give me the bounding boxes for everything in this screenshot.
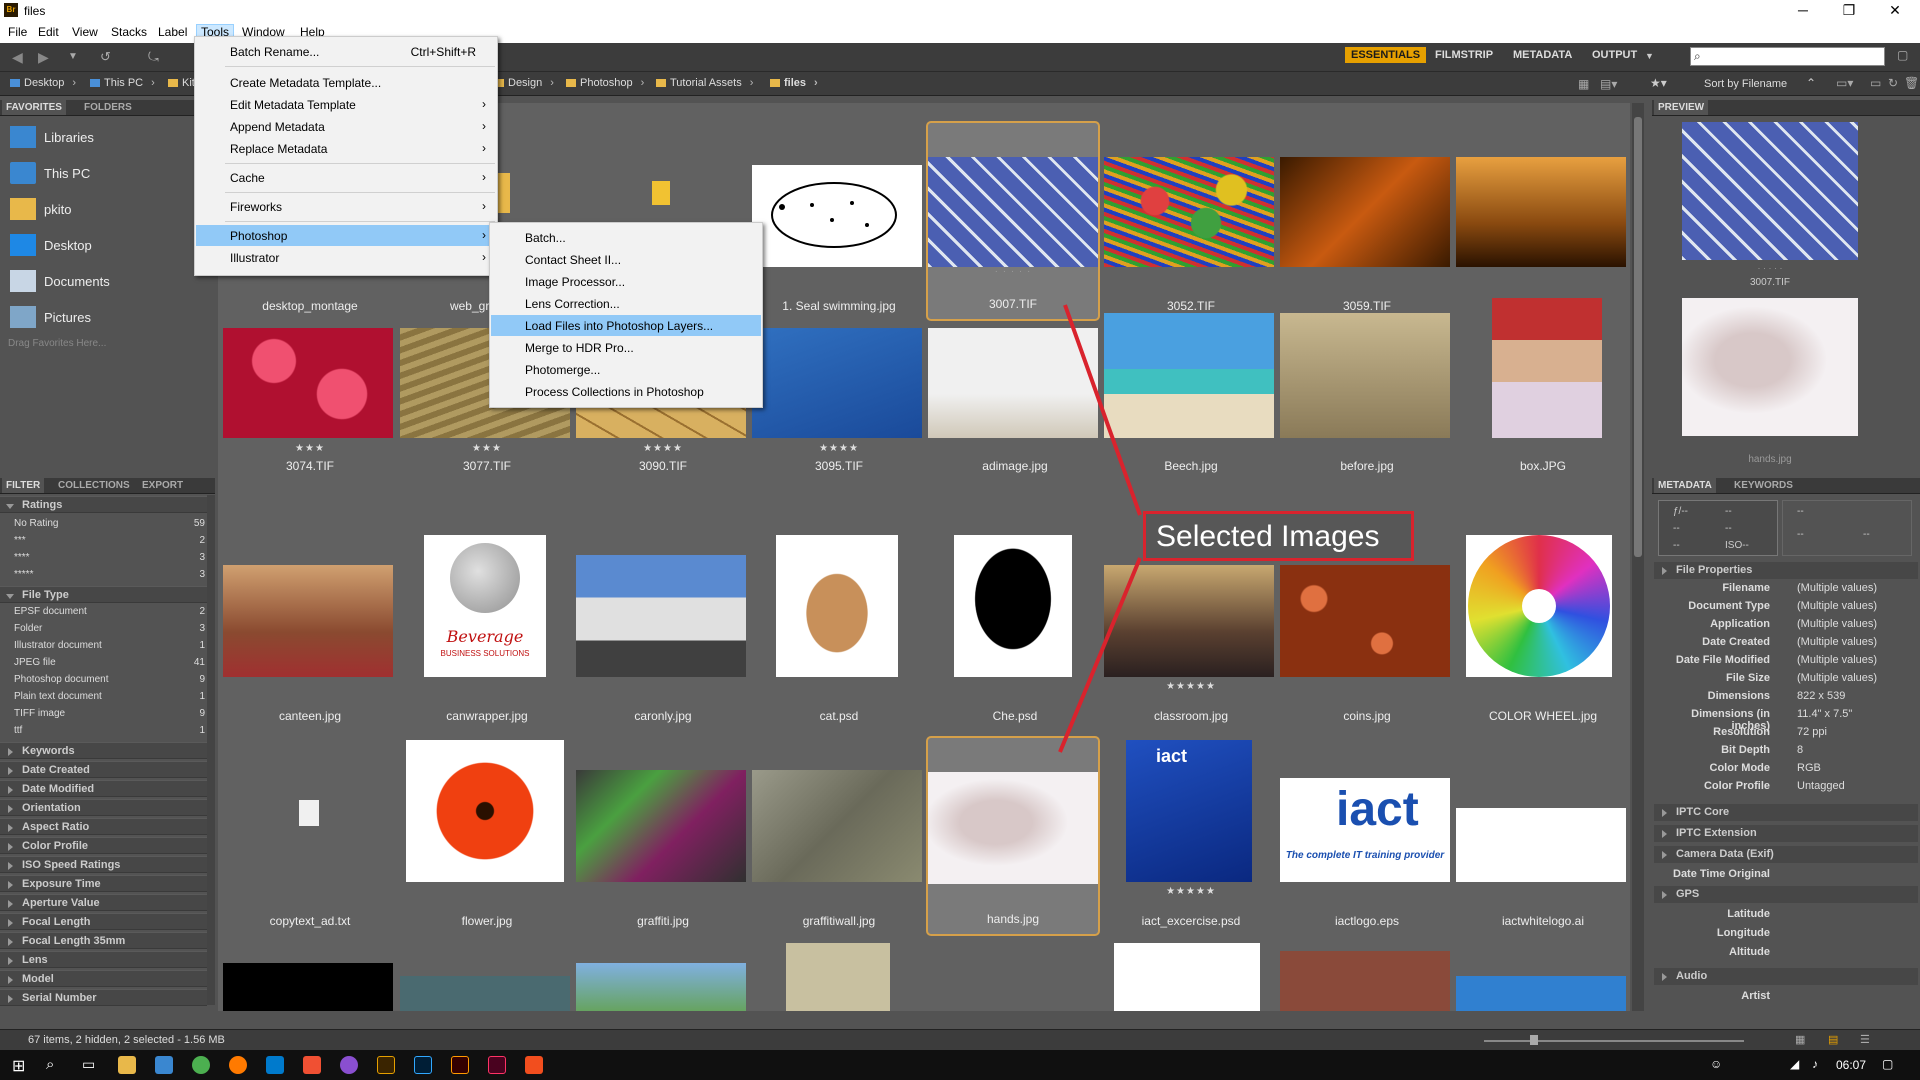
metering-value: -- <box>1673 523 1680 534</box>
status-text: 67 items, 2 hidden, 2 selected - 1.56 MB <box>28 1034 225 1046</box>
info-value: -- <box>1797 506 1804 517</box>
firefox-icon[interactable] <box>229 1056 247 1074</box>
submenu-process-collections[interactable]: Process Collections in Photoshop <box>491 381 761 402</box>
preview-caption-2: hands.jpg <box>1748 454 1792 465</box>
selected-images-annotation: Selected Images <box>1143 511 1414 561</box>
chrome-icon[interactable] <box>192 1056 210 1074</box>
status-bar: 67 items, 2 hidden, 2 selected - 1.56 MB… <box>0 1029 1920 1050</box>
metadata-panel-header: METADATA KEYWORDS <box>1652 478 1920 494</box>
image-info-box: -- -- -- <box>1782 500 1912 556</box>
submenu-merge-hdr[interactable]: Merge to HDR Pro... <box>491 337 761 358</box>
file-explorer-icon[interactable] <box>118 1056 136 1074</box>
preview-caption-1: 3007.TIF <box>1749 277 1791 288</box>
section-gps[interactable]: GPS <box>1654 886 1918 903</box>
indesign-icon[interactable] <box>488 1056 506 1074</box>
search-icon[interactable]: ⌕ <box>46 1056 54 1073</box>
menu-photoshop[interactable]: Photoshop › <box>196 225 496 246</box>
menu-append-metadata[interactable]: Append Metadata › <box>196 116 496 137</box>
preview-image-hands[interactable] <box>1682 298 1858 436</box>
submenu-photomerge[interactable]: Photomerge... <box>491 359 761 380</box>
app-icon[interactable] <box>340 1056 358 1074</box>
menu-fireworks[interactable]: Fireworks › <box>196 196 496 217</box>
section-iptc-extension[interactable]: IPTC Extension <box>1654 825 1918 842</box>
preview-panel-header: PREVIEW <box>1652 100 1920 116</box>
bridge-icon[interactable] <box>377 1056 395 1074</box>
submenu-contact-sheet[interactable]: Contact Sheet II... <box>491 249 761 270</box>
section-file-properties[interactable]: File Properties <box>1654 562 1918 579</box>
annotation-line-bottom <box>1058 557 1142 753</box>
tab-preview[interactable]: PREVIEW <box>1654 100 1709 115</box>
menu-cache[interactable]: Cache › <box>196 167 496 188</box>
details-view-icon[interactable]: ☰ <box>1860 1033 1870 1046</box>
metadata-panel: METADATA KEYWORDS ƒ/-- -- -- -- -- ISO--… <box>1652 478 1920 1008</box>
iso-value: ISO-- <box>1725 540 1749 551</box>
windows-taskbar: ⊞ ⌕ ▭ ☺ ◢ ♪ 06:07 ▢ <box>0 1050 1920 1080</box>
menu-illustrator[interactable]: Illustrator › <box>196 247 496 268</box>
exposure-value: -- <box>1725 523 1732 534</box>
section-audio[interactable]: Audio <box>1654 968 1918 985</box>
preview-panel: PREVIEW · · · · · 3007.TIF hands.jpg <box>1652 100 1920 475</box>
submenu-load-files-into-layers[interactable]: Load Files into Photoshop Layers... <box>491 315 761 336</box>
photoshop-submenu: Batch... Contact Sheet II... Image Proce… <box>489 222 763 408</box>
tools-menu: Batch Rename... Ctrl+Shift+R Create Metad… <box>194 36 498 276</box>
illustrator-icon[interactable] <box>451 1056 469 1074</box>
grid-view-icon[interactable]: ▦ <box>1795 1033 1805 1046</box>
tab-keywords[interactable]: KEYWORDS <box>1734 480 1793 491</box>
network-icon[interactable]: ◢ <box>1790 1057 1799 1071</box>
preview-rating: · · · · · <box>1757 263 1783 273</box>
menu-edit-metadata-template[interactable]: Edit Metadata Template › <box>196 94 496 115</box>
git-icon[interactable] <box>303 1056 321 1074</box>
thumbnail-size-slider[interactable] <box>1484 1040 1744 1042</box>
submenu-lens-correction[interactable]: Lens Correction... <box>491 293 761 314</box>
clock: 06:07 <box>1836 1058 1867 1072</box>
shutter-value: -- <box>1725 506 1732 517</box>
info-value: -- <box>1863 529 1870 540</box>
section-iptc-core[interactable]: IPTC Core <box>1654 804 1918 821</box>
submenu-image-processor[interactable]: Image Processor... <box>491 271 761 292</box>
camera-info-box: ƒ/-- -- -- -- -- ISO-- <box>1658 500 1778 556</box>
menu-batch-rename[interactable]: Batch Rename... Ctrl+Shift+R <box>196 41 496 62</box>
figma-icon[interactable] <box>525 1056 543 1074</box>
tab-metadata[interactable]: METADATA <box>1654 478 1716 493</box>
list-view-icon[interactable]: ▤ <box>1828 1033 1838 1046</box>
photoshop-icon[interactable] <box>414 1056 432 1074</box>
menu-create-metadata-template[interactable]: Create Metadata Template... <box>196 72 496 93</box>
preview-image-fence[interactable] <box>1682 122 1858 260</box>
slider-handle[interactable] <box>1530 1035 1538 1045</box>
aperture-value: ƒ/-- <box>1673 506 1688 517</box>
section-camera-data[interactable]: Camera Data (Exif) <box>1654 846 1918 863</box>
submenu-batch[interactable]: Batch... <box>491 227 761 248</box>
wb-value: -- <box>1673 540 1680 551</box>
windows-start-icon[interactable]: ⊞ <box>12 1056 25 1076</box>
vscode-icon[interactable] <box>266 1056 284 1074</box>
info-value: -- <box>1797 529 1804 540</box>
menu-replace-metadata[interactable]: Replace Metadata › <box>196 138 496 159</box>
notifications-icon[interactable]: ▢ <box>1882 1057 1893 1071</box>
task-view-icon[interactable]: ▭ <box>82 1056 95 1073</box>
annotation-line-top <box>1063 304 1142 516</box>
store-icon[interactable] <box>155 1056 173 1074</box>
people-icon[interactable]: ☺ <box>1710 1057 1722 1071</box>
volume-icon[interactable]: ♪ <box>1812 1057 1818 1071</box>
